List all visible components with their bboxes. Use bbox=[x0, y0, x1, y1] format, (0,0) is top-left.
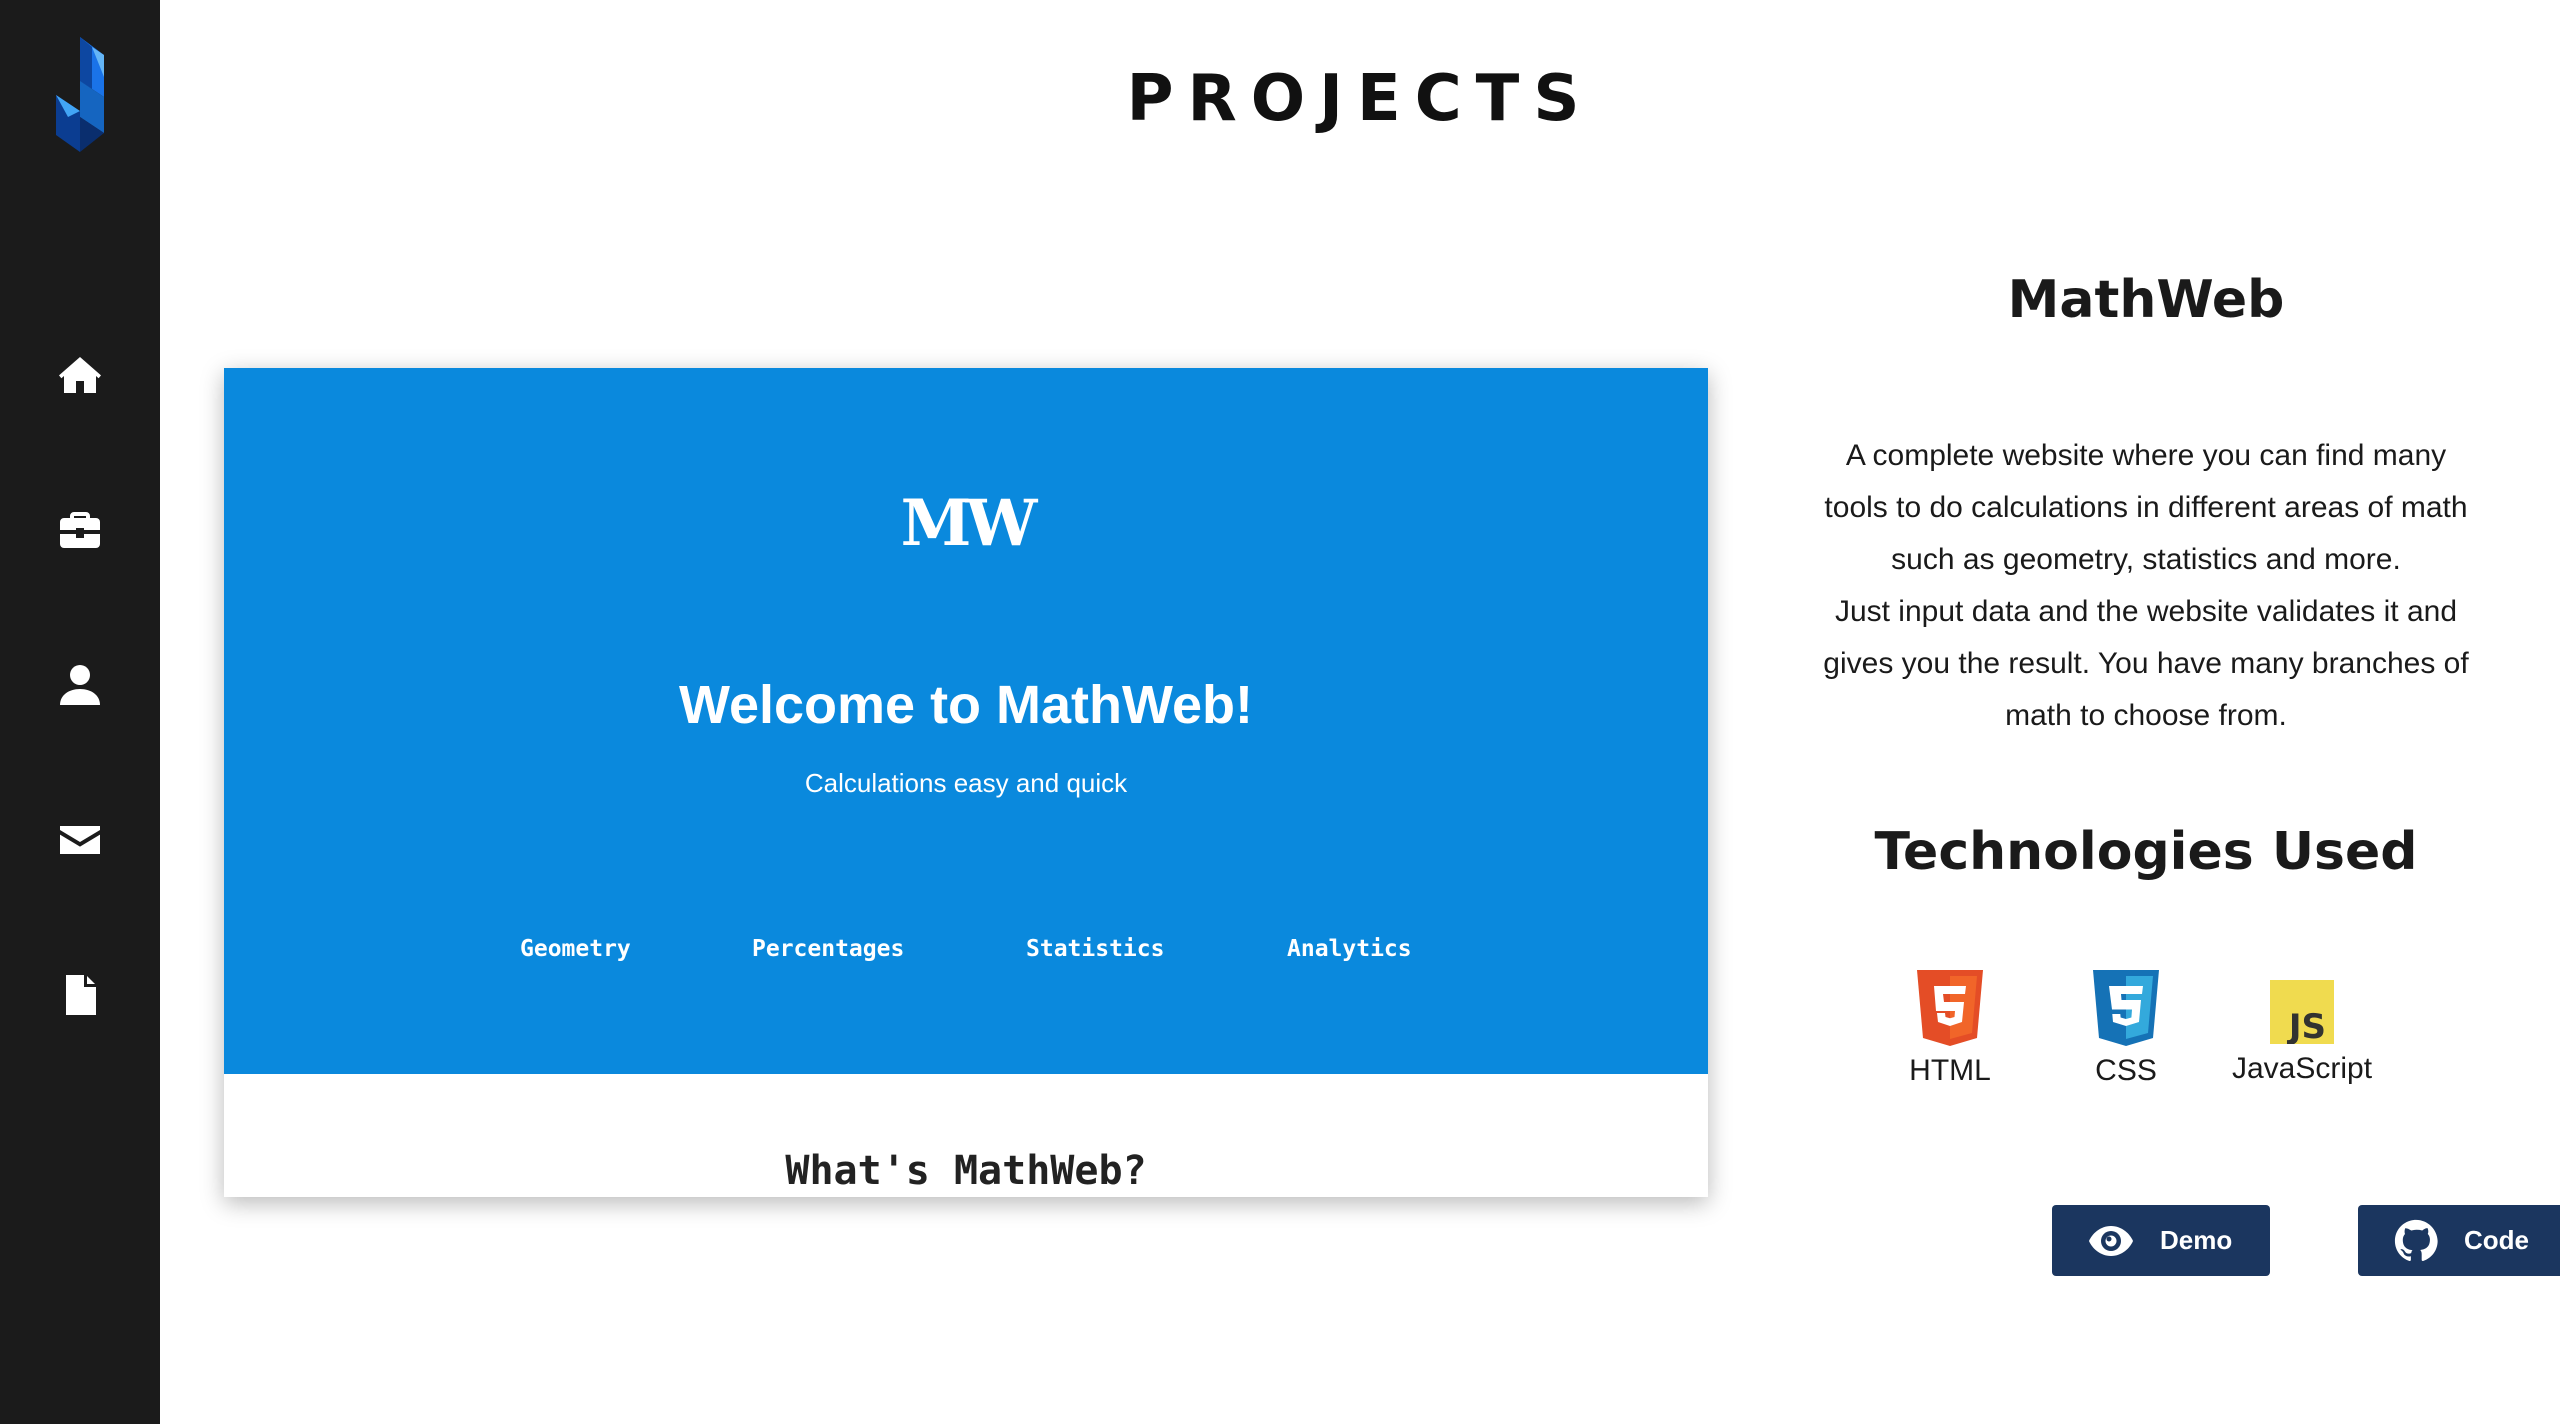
html5-icon bbox=[1917, 970, 1983, 1046]
preview-nav-statistics: Statistics bbox=[1026, 936, 1165, 962]
nav-projects[interactable] bbox=[50, 500, 110, 560]
description-line: math to choose from. bbox=[2005, 699, 2287, 732]
description-line: tools to do calculations in different ar… bbox=[1824, 491, 2468, 524]
project-title: MathWeb bbox=[2007, 270, 2285, 330]
tech-title: Technologies Used bbox=[1874, 822, 2418, 882]
tech-css: CSS bbox=[2036, 970, 2216, 1088]
preview-nav-analytics: Analytics bbox=[1287, 936, 1412, 962]
preview-hero-title: Welcome to MathWeb! bbox=[678, 675, 1254, 735]
main-content: PROJECTS MW Welcome to MathWeb! Calculat… bbox=[160, 0, 2560, 1424]
nav-contact[interactable] bbox=[50, 810, 110, 870]
nav-home[interactable] bbox=[50, 345, 110, 405]
description-line: Just input data and the website validate… bbox=[1834, 595, 2458, 628]
demo-button-label: Demo bbox=[2160, 1225, 2233, 1255]
preview-hero: MW Welcome to MathWeb! Calculations easy… bbox=[224, 368, 1708, 1074]
preview-nav-geometry: Geometry bbox=[520, 936, 631, 962]
javascript-icon: JS bbox=[2270, 980, 2334, 1044]
nav-about[interactable] bbox=[50, 655, 110, 715]
tech-label-javascript: JavaScript bbox=[2231, 1052, 2373, 1085]
project-preview: MW Welcome to MathWeb! Calculations easy… bbox=[224, 368, 1708, 1197]
demo-button[interactable]: Demo bbox=[2052, 1205, 2270, 1276]
description-line: A complete website where you can find ma… bbox=[1845, 439, 2447, 472]
description-line: such as geometry, statistics and more. bbox=[1891, 543, 2401, 576]
envelope-icon bbox=[60, 826, 100, 854]
home-icon bbox=[59, 357, 101, 393]
project-info: MathWeb A complete website where you can… bbox=[1796, 0, 2560, 1424]
preview-hero-subtitle: Calculations easy and quick bbox=[804, 768, 1128, 798]
tech-html: HTML bbox=[1860, 970, 2040, 1088]
nav-resume[interactable] bbox=[50, 965, 110, 1025]
description-line: gives you the result. You have many bran… bbox=[1823, 647, 2469, 680]
code-button[interactable]: Code bbox=[2358, 1205, 2560, 1276]
project-description: A complete website where you can find ma… bbox=[1806, 430, 2486, 742]
file-icon bbox=[66, 975, 96, 1015]
sidebar bbox=[0, 0, 160, 1424]
tech-label-html: HTML bbox=[1909, 1054, 1991, 1087]
site-logo[interactable] bbox=[52, 37, 108, 152]
css3-icon bbox=[2093, 970, 2159, 1046]
svg-text:JS: JS bbox=[2287, 1007, 2326, 1044]
eye-icon bbox=[2089, 1225, 2133, 1256]
preview-nav-percentages: Percentages bbox=[752, 936, 905, 962]
user-icon bbox=[60, 665, 100, 705]
github-icon bbox=[2394, 1219, 2438, 1261]
briefcase-icon bbox=[60, 512, 100, 548]
mathweb-logo: MW bbox=[900, 486, 1038, 561]
tech-label-css: CSS bbox=[2095, 1054, 2157, 1087]
tech-javascript: JS JavaScript bbox=[2212, 980, 2392, 1086]
code-button-label: Code bbox=[2464, 1225, 2529, 1255]
preview-section-heading: What's MathWeb? bbox=[785, 1148, 1147, 1194]
